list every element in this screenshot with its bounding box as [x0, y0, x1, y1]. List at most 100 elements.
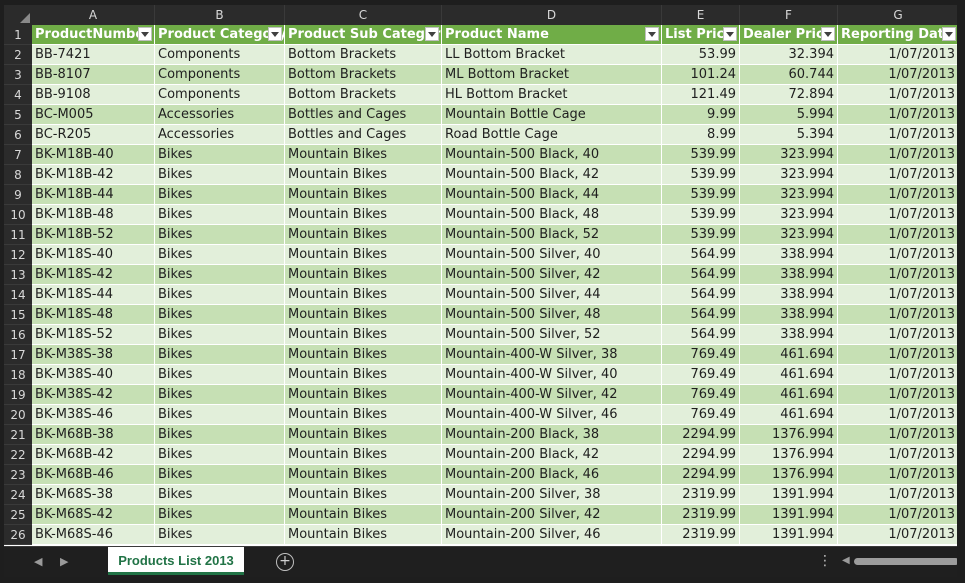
cell-productnumber[interactable]: BK-M18B-48 [32, 205, 155, 225]
row-header[interactable]: 1 [4, 25, 32, 45]
cell-dealer-price[interactable]: 338.994 [740, 325, 838, 345]
cell-reporting-date[interactable]: 1/07/2013 [838, 65, 959, 85]
cell-reporting-date[interactable]: 1/07/2013 [838, 165, 959, 185]
cell-product-category[interactable]: Components [155, 85, 285, 105]
cell-list-price[interactable]: 53.99 [662, 45, 740, 65]
cell-dealer-price[interactable]: 338.994 [740, 305, 838, 325]
cell-product-name[interactable]: Mountain-400-W Silver, 40 [442, 365, 662, 385]
cell-product-sub-category[interactable]: Mountain Bikes [285, 165, 442, 185]
row-header[interactable]: 4 [4, 85, 32, 105]
cell-product-name[interactable]: Mountain-400-W Silver, 46 [442, 405, 662, 425]
cell-productnumber[interactable]: BK-M68S-38 [32, 485, 155, 505]
cell-product-name[interactable]: Mountain Bottle Cage [442, 105, 662, 125]
cell-product-category[interactable]: Bikes [155, 245, 285, 265]
cell-productnumber[interactable]: BB-8107 [32, 65, 155, 85]
cell-productnumber[interactable]: BC-M005 [32, 105, 155, 125]
cell-dealer-price[interactable]: 72.894 [740, 85, 838, 105]
cell-product-sub-category[interactable]: Mountain Bikes [285, 305, 442, 325]
cell-reporting-date[interactable]: 1/07/2013 [838, 385, 959, 405]
cell-list-price[interactable]: 9.99 [662, 105, 740, 125]
row-header[interactable]: 3 [4, 65, 32, 85]
row-header[interactable]: 13 [4, 265, 32, 285]
cell-product-name[interactable]: Mountain-400-W Silver, 42 [442, 385, 662, 405]
cell-product-category[interactable]: Bikes [155, 185, 285, 205]
row-header[interactable]: 19 [4, 385, 32, 405]
more-vertical-icon[interactable]: ⋮ [818, 553, 832, 569]
cell-product-sub-category[interactable]: Mountain Bikes [285, 365, 442, 385]
filter-dropdown-icon[interactable] [821, 27, 835, 41]
table-header-product-name[interactable]: Product Name [442, 25, 662, 45]
table-header-product-sub-category[interactable]: Product Sub Category [285, 25, 442, 45]
cell-productnumber[interactable]: BK-M68S-42 [32, 505, 155, 525]
cell-productnumber[interactable]: BK-M38S-38 [32, 345, 155, 365]
cell-product-category[interactable]: Accessories [155, 125, 285, 145]
cell-product-name[interactable]: Mountain-500 Silver, 42 [442, 265, 662, 285]
cell-product-name[interactable]: HL Bottom Bracket [442, 85, 662, 105]
cell-list-price[interactable]: 539.99 [662, 225, 740, 245]
cell-reporting-date[interactable]: 1/07/2013 [838, 285, 959, 305]
cell-dealer-price[interactable]: 338.994 [740, 265, 838, 285]
cell-dealer-price[interactable]: 32.394 [740, 45, 838, 65]
cell-product-name[interactable]: Mountain-500 Silver, 44 [442, 285, 662, 305]
row-header[interactable]: 15 [4, 305, 32, 325]
cell-product-sub-category[interactable]: Bottom Brackets [285, 45, 442, 65]
cell-dealer-price[interactable]: 323.994 [740, 205, 838, 225]
cell-reporting-date[interactable]: 1/07/2013 [838, 325, 959, 345]
cell-reporting-date[interactable]: 1/07/2013 [838, 145, 959, 165]
cell-product-name[interactable]: Mountain-500 Silver, 40 [442, 245, 662, 265]
column-header-e[interactable]: E [662, 5, 740, 25]
cell-dealer-price[interactable]: 461.694 [740, 385, 838, 405]
sheet-tab-products-list-2013[interactable]: Products List 2013 [108, 547, 244, 575]
row-header[interactable]: 17 [4, 345, 32, 365]
filter-dropdown-icon[interactable] [425, 27, 439, 41]
cell-list-price[interactable]: 769.49 [662, 365, 740, 385]
cell-list-price[interactable]: 2319.99 [662, 525, 740, 545]
cell-productnumber[interactable]: BK-M18S-52 [32, 325, 155, 345]
cell-product-category[interactable]: Bikes [155, 465, 285, 485]
chevron-right-icon[interactable]: ▶ [60, 555, 68, 568]
cell-product-category[interactable]: Bikes [155, 205, 285, 225]
cell-product-category[interactable]: Bikes [155, 445, 285, 465]
cell-product-category[interactable]: Bikes [155, 145, 285, 165]
cell-reporting-date[interactable]: 1/07/2013 [838, 345, 959, 365]
cell-product-category[interactable]: Components [155, 65, 285, 85]
cell-list-price[interactable]: 564.99 [662, 285, 740, 305]
cell-product-name[interactable]: Mountain-500 Black, 40 [442, 145, 662, 165]
cell-productnumber[interactable]: BK-M38S-40 [32, 365, 155, 385]
cell-product-category[interactable]: Bikes [155, 505, 285, 525]
cell-reporting-date[interactable]: 1/07/2013 [838, 105, 959, 125]
cell-list-price[interactable]: 2319.99 [662, 505, 740, 525]
cell-dealer-price[interactable]: 338.994 [740, 245, 838, 265]
cell-dealer-price[interactable]: 461.694 [740, 405, 838, 425]
cell-dealer-price[interactable]: 461.694 [740, 365, 838, 385]
cell-product-sub-category[interactable]: Bottles and Cages [285, 125, 442, 145]
cell-product-sub-category[interactable]: Mountain Bikes [285, 225, 442, 245]
cell-dealer-price[interactable]: 1376.994 [740, 425, 838, 445]
table-header-dealer-price[interactable]: Dealer Price [740, 25, 838, 45]
cell-productnumber[interactable]: BK-M18B-52 [32, 225, 155, 245]
row-header[interactable]: 14 [4, 285, 32, 305]
cell-product-category[interactable]: Bikes [155, 285, 285, 305]
row-header[interactable]: 9 [4, 185, 32, 205]
cell-list-price[interactable]: 564.99 [662, 325, 740, 345]
cell-dealer-price[interactable]: 1376.994 [740, 465, 838, 485]
cell-productnumber[interactable]: BK-M18B-42 [32, 165, 155, 185]
cell-productnumber[interactable]: BK-M18S-44 [32, 285, 155, 305]
cell-dealer-price[interactable]: 1376.994 [740, 445, 838, 465]
row-header[interactable]: 20 [4, 405, 32, 425]
cell-product-sub-category[interactable]: Mountain Bikes [285, 285, 442, 305]
plus-circle-icon[interactable]: + [276, 553, 294, 571]
cell-reporting-date[interactable]: 1/07/2013 [838, 265, 959, 285]
row-header[interactable]: 2 [4, 45, 32, 65]
cell-reporting-date[interactable]: 1/07/2013 [838, 305, 959, 325]
cell-product-sub-category[interactable]: Mountain Bikes [285, 245, 442, 265]
cell-list-price[interactable]: 539.99 [662, 145, 740, 165]
cell-productnumber[interactable]: BK-M38S-46 [32, 405, 155, 425]
cell-productnumber[interactable]: BK-M18B-40 [32, 145, 155, 165]
cell-productnumber[interactable]: BK-M68S-46 [32, 525, 155, 545]
cell-dealer-price[interactable]: 1391.994 [740, 485, 838, 505]
cell-dealer-price[interactable]: 461.694 [740, 345, 838, 365]
cell-dealer-price[interactable]: 323.994 [740, 185, 838, 205]
cell-product-sub-category[interactable]: Mountain Bikes [285, 145, 442, 165]
column-header-b[interactable]: B [155, 5, 285, 25]
